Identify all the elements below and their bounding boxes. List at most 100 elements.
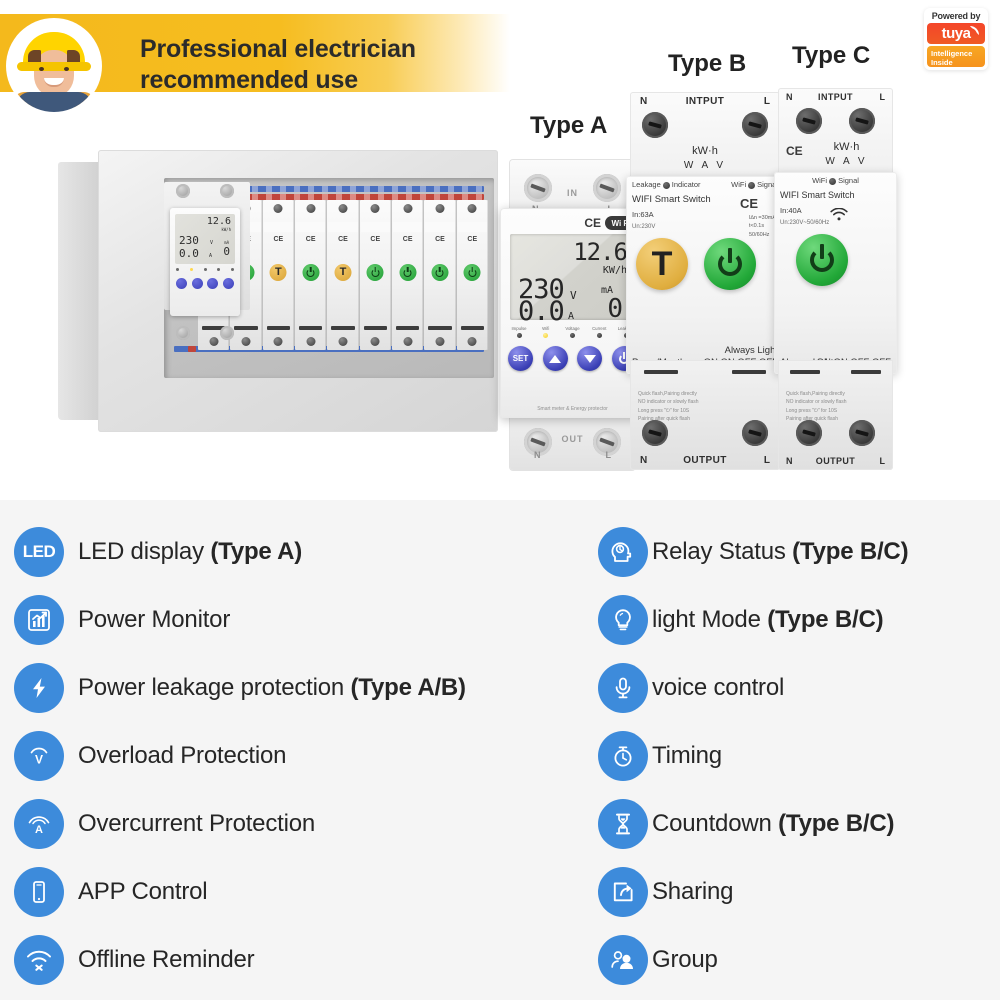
type-a-lcd-display: 12.6 KW/h 230 V 0.0 A mA 0 <box>510 234 635 325</box>
wifi-offline-icon <box>14 935 64 985</box>
up-button[interactable] <box>542 346 568 371</box>
meter-top-terminals <box>176 184 234 198</box>
power-button[interactable] <box>222 278 234 289</box>
banner-headline: Professional electrician recommended use <box>140 35 416 94</box>
feature-label-bold: (Type B/C) <box>778 810 895 837</box>
type-b-input-terminals <box>642 112 768 138</box>
test-button[interactable]: T <box>636 238 688 290</box>
feature-label-text: Overload Protection <box>78 742 287 769</box>
ce-mark: CE <box>739 196 758 211</box>
pairing-note-1: Quick flash,Pairing directly <box>786 391 845 397</box>
set-button[interactable] <box>176 278 187 289</box>
led-wifi-label: Wifi <box>542 326 550 331</box>
led-voltage: Voltage <box>562 326 584 338</box>
terminal-top <box>338 204 348 213</box>
power-button[interactable] <box>302 264 320 281</box>
test-button[interactable]: T <box>334 264 352 281</box>
led-impulse <box>176 268 179 271</box>
down-button[interactable] <box>577 346 603 371</box>
terminal-top <box>467 204 477 213</box>
installed-meter-current: 0.0 <box>179 247 199 260</box>
tuya-tagline: Intelligence Inside <box>927 45 985 67</box>
type-a-input-caption: IN <box>567 188 578 198</box>
power-button[interactable] <box>796 234 848 286</box>
feature-label-bold: (Type A/B) <box>350 674 467 701</box>
installed-meter-energy: 12.6 <box>206 216 231 227</box>
led-icon: LED <box>14 527 64 577</box>
group-users-icon <box>598 935 648 985</box>
tuya-logo-text: tuya <box>941 24 971 42</box>
type-c-rated-current: In:40A <box>780 206 802 215</box>
type-c-kwh-symbol: kW·h <box>833 141 860 153</box>
feature-label: Power Monitor <box>78 606 230 634</box>
avatar-eye-right <box>64 67 69 71</box>
smartphone-icon <box>14 867 64 917</box>
terminal-bottom <box>241 337 251 346</box>
breaker-module[interactable]: CE <box>456 200 488 350</box>
terminal-bottom <box>467 337 477 346</box>
feature-label-text: Timing <box>652 742 722 769</box>
wifi-label: WiFi <box>731 180 747 189</box>
feature-label-text: light Mode <box>652 606 768 633</box>
installed-smart-meter[interactable]: 12.6 kW/h 230 V 0.0 A mA 0 <box>170 184 240 340</box>
wifi-indicator-icon <box>748 181 756 189</box>
breaker-module[interactable]: CE <box>294 200 327 350</box>
breaker-spec <box>362 246 389 258</box>
breaker-module[interactable]: CE T <box>262 200 294 350</box>
type-b-kwh-symbol: kW·h <box>692 145 718 157</box>
avatar-body <box>16 92 92 112</box>
feature-label-text: Overcurrent Protection <box>78 810 316 837</box>
terminal-bottom <box>338 337 348 346</box>
installed-meter-voltage: 230 <box>179 234 199 247</box>
type-c-ratings: In:40A Un:230V~50/60Hz <box>780 206 829 228</box>
led-dot <box>570 333 575 338</box>
led-impulse-label: Impulse <box>511 326 527 331</box>
type-b-output-terminals <box>642 420 768 446</box>
feature-label: Sharing <box>652 878 734 906</box>
feature-label: APP Control <box>78 878 208 906</box>
power-button[interactable] <box>366 264 384 281</box>
breaker-module[interactable]: CE T <box>327 200 359 350</box>
installed-meter-buttons[interactable] <box>176 278 234 289</box>
lcd-current-value: 0.0 <box>518 296 565 327</box>
feature-label: light Mode (Type B/C) <box>652 606 884 634</box>
test-button[interactable]: T <box>269 264 287 281</box>
power-button[interactable] <box>463 264 481 281</box>
down-button[interactable] <box>207 278 219 289</box>
type-c-device: INTPUT N L CE kW·h W A V WiFi Signal WIFI… <box>774 88 897 470</box>
up-button[interactable] <box>191 278 203 289</box>
hourglass-icon <box>598 799 648 849</box>
lcd-current-unit: A <box>568 311 575 322</box>
feature-countdown: Countdown (Type B/C) <box>598 790 1000 858</box>
feature-timing: Timing <box>598 722 1000 790</box>
vent-slot <box>266 326 290 330</box>
feature-label-text: Countdown <box>652 810 779 837</box>
set-button[interactable]: SET <box>508 346 533 371</box>
chevron-up-icon <box>549 354 562 363</box>
installed-meter-leds <box>176 268 234 271</box>
terminal-top <box>370 204 380 213</box>
recommendation-banner: Professional electrician recommended use <box>0 14 510 112</box>
type-c-meter-symbols: W A V <box>778 156 893 168</box>
breaker-module[interactable]: CE <box>391 200 424 350</box>
led-wifi: Wifi <box>535 326 557 338</box>
type-b-leakage-specs: I∆n =30mA t<0.1s 50/60Hz <box>749 214 776 239</box>
breaker-header-strip <box>328 222 358 232</box>
feature-label-text: voice control <box>652 674 785 701</box>
ce-mark: CE <box>435 236 445 243</box>
current-a-icon: A <box>14 799 64 849</box>
power-button[interactable] <box>399 264 417 281</box>
type-a-footer-text: Smart meter & Energy protector <box>537 406 608 412</box>
breaker-module[interactable]: CE <box>424 200 456 350</box>
breaker-module[interactable]: CE <box>359 200 391 350</box>
type-c-rated-voltage: Un:230V~50/60Hz <box>780 217 829 228</box>
type-b-trip-time: t<0.1s <box>748 223 765 230</box>
type-c-output-n: N <box>786 456 793 466</box>
power-button[interactable] <box>431 264 449 281</box>
feature-label-text: LED display <box>78 538 211 565</box>
type-c-rated-voltage-text: Un:230V~50/60Hz <box>780 219 830 226</box>
vent-slot <box>234 326 258 330</box>
feature-group: Group <box>598 926 1000 994</box>
type-b-bottom-housing: Quick flash,Pairing directly NO indicato… <box>630 360 780 470</box>
power-button[interactable] <box>704 238 756 290</box>
